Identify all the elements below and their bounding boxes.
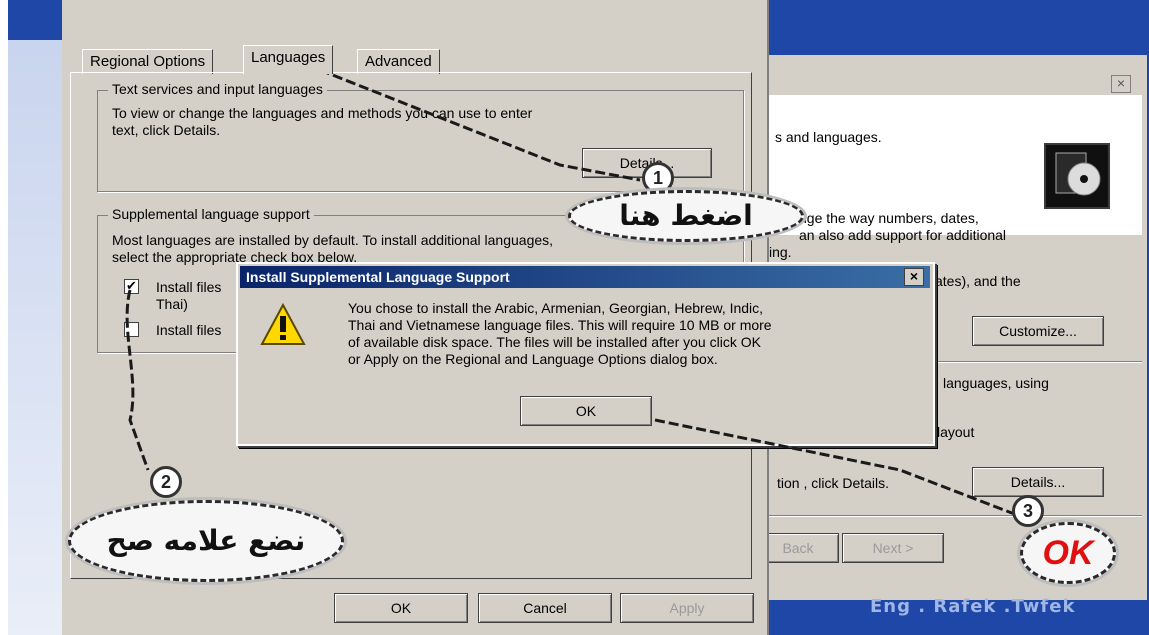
author-credit: Eng . Rafek .Twfek [870, 596, 1076, 617]
step1-number-badge: 1 [642, 162, 674, 194]
annotation-line-step2 [125, 289, 150, 471]
tab-languages[interactable]: Languages [243, 45, 334, 74]
annotation-line-step3 [654, 418, 1031, 522]
step1-callout-bubble: اضغط هنا [568, 190, 804, 242]
step3-number-badge: 3 [1012, 495, 1044, 527]
annotation-line-step1 [319, 68, 641, 182]
step2-number-badge: 2 [150, 466, 182, 498]
step2-callout-bubble: نضع علامه صح [68, 500, 344, 582]
step3-ok-callout: OK [1020, 522, 1116, 584]
